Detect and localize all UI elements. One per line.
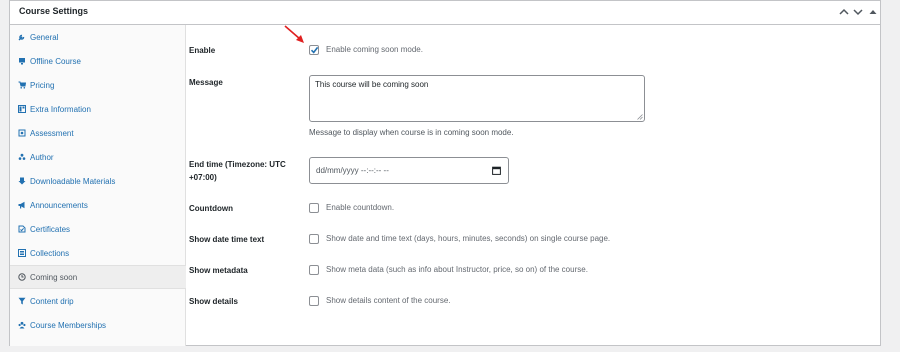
move-up-button[interactable] (837, 5, 851, 19)
layout-icon (18, 105, 26, 113)
sidebar-item-course-memberships[interactable]: Course Memberships (10, 313, 186, 337)
chevron-up-icon (839, 8, 849, 15)
sidebar-item-label: Author (30, 152, 54, 162)
sidebar-item-author[interactable]: Author (10, 145, 186, 169)
monitor-icon (18, 57, 26, 65)
sidebar-item-label: Content drip (30, 296, 74, 306)
chevron-down-icon (853, 9, 863, 16)
enable-option-text: Enable coming soon mode. (326, 45, 423, 54)
show-details-option: Show details content of the course. (326, 296, 451, 305)
end-time-label-line2: +07:00) (189, 173, 217, 182)
panel-title: Course Settings (19, 6, 89, 16)
checkmark-icon (310, 46, 319, 54)
message-value: This course will be coming soon (315, 80, 429, 89)
list-icon (18, 249, 26, 257)
countdown-checkbox[interactable] (309, 203, 319, 213)
enable-label: Enable (189, 46, 216, 55)
sidebar-item-content-drip[interactable]: Content drip (10, 289, 186, 313)
message-label: Message (189, 78, 223, 87)
show-date-time-text-label: Show date time text (189, 235, 265, 244)
sidebar-item-label: Extra Information (30, 104, 91, 114)
wrench-icon (18, 33, 26, 41)
end-time-placeholder: dd/mm/yyyy --:--:-- -- (316, 166, 389, 175)
enable-checkbox[interactable] (309, 45, 319, 55)
sidebar-item-label: Assessment (30, 128, 74, 138)
end-time-label-line1: End time (Timezone: UTC (189, 160, 286, 169)
end-time-label: End time (Timezone: UTC +07:00) (189, 158, 286, 184)
certificate-icon (18, 225, 26, 233)
resize-grip-icon[interactable] (637, 114, 643, 120)
groups-icon (18, 321, 26, 329)
show-details-checkbox[interactable] (309, 296, 319, 306)
caret-up-icon (869, 10, 877, 14)
sidebar-item-label: Certificates (30, 224, 71, 234)
sidebar-item-label: Offline Course (30, 56, 81, 66)
sidebar-item-pricing[interactable]: Pricing (10, 73, 186, 97)
sidebar-item-offline-course[interactable]: Offline Course (10, 49, 186, 73)
filter-icon (18, 297, 26, 305)
sidebar-item-general[interactable]: General (10, 25, 186, 49)
clock-icon (18, 273, 26, 281)
sidebar-item-label: Collections (30, 248, 70, 258)
show-details-label: Show details (189, 297, 238, 306)
move-down-button[interactable] (851, 5, 865, 19)
cart-icon (18, 81, 26, 89)
countdown-option-text: Enable countdown. (326, 203, 395, 212)
message-description: Message to display when course is in com… (309, 128, 514, 137)
sidebar-item-collections[interactable]: Collections (10, 241, 186, 265)
panel-header: Course Settings (10, 1, 880, 25)
message-textarea[interactable]: This course will be coming soon (309, 75, 645, 122)
show-metadata-checkbox[interactable] (309, 265, 319, 275)
awards-icon (18, 129, 26, 137)
download-icon (18, 177, 26, 185)
sidebar-item-label: General (30, 32, 59, 42)
settings-sidebar: General Offline Course Pricing Extra Inf… (10, 25, 186, 346)
sidebar-item-label: Course Memberships (30, 320, 107, 330)
calendar-icon[interactable] (492, 166, 501, 175)
show-metadata-label: Show metadata (189, 266, 248, 275)
countdown-label: Countdown (189, 204, 233, 213)
sidebar-item-assessment[interactable]: Assessment (10, 121, 186, 145)
end-time-input[interactable]: dd/mm/yyyy --:--:-- -- (309, 157, 509, 184)
annotation-arrow-icon (284, 25, 304, 43)
sidebar-item-label: Announcements (30, 200, 88, 210)
show-date-time-text-option: Show date and time text (days, hours, mi… (326, 234, 611, 243)
sidebar-item-extra-information[interactable]: Extra Information (10, 97, 186, 121)
show-date-time-text-checkbox[interactable] (309, 234, 319, 244)
sidebar-item-label: Coming soon (30, 272, 78, 282)
sidebar-item-label: Downloadable Materials (30, 176, 116, 186)
sidebar-item-downloadable-materials[interactable]: Downloadable Materials (10, 169, 186, 193)
megaphone-icon (18, 201, 26, 209)
sidebar-item-certificates[interactable]: Certificates (10, 217, 186, 241)
users-icon (18, 153, 26, 161)
sidebar-item-coming-soon[interactable]: Coming soon (10, 265, 186, 289)
sidebar-item-announcements[interactable]: Announcements (10, 193, 186, 217)
toggle-panel-button[interactable] (866, 5, 880, 19)
show-metadata-option: Show meta data (such as info about Instr… (326, 265, 588, 274)
sidebar-item-label: Pricing (30, 80, 55, 90)
